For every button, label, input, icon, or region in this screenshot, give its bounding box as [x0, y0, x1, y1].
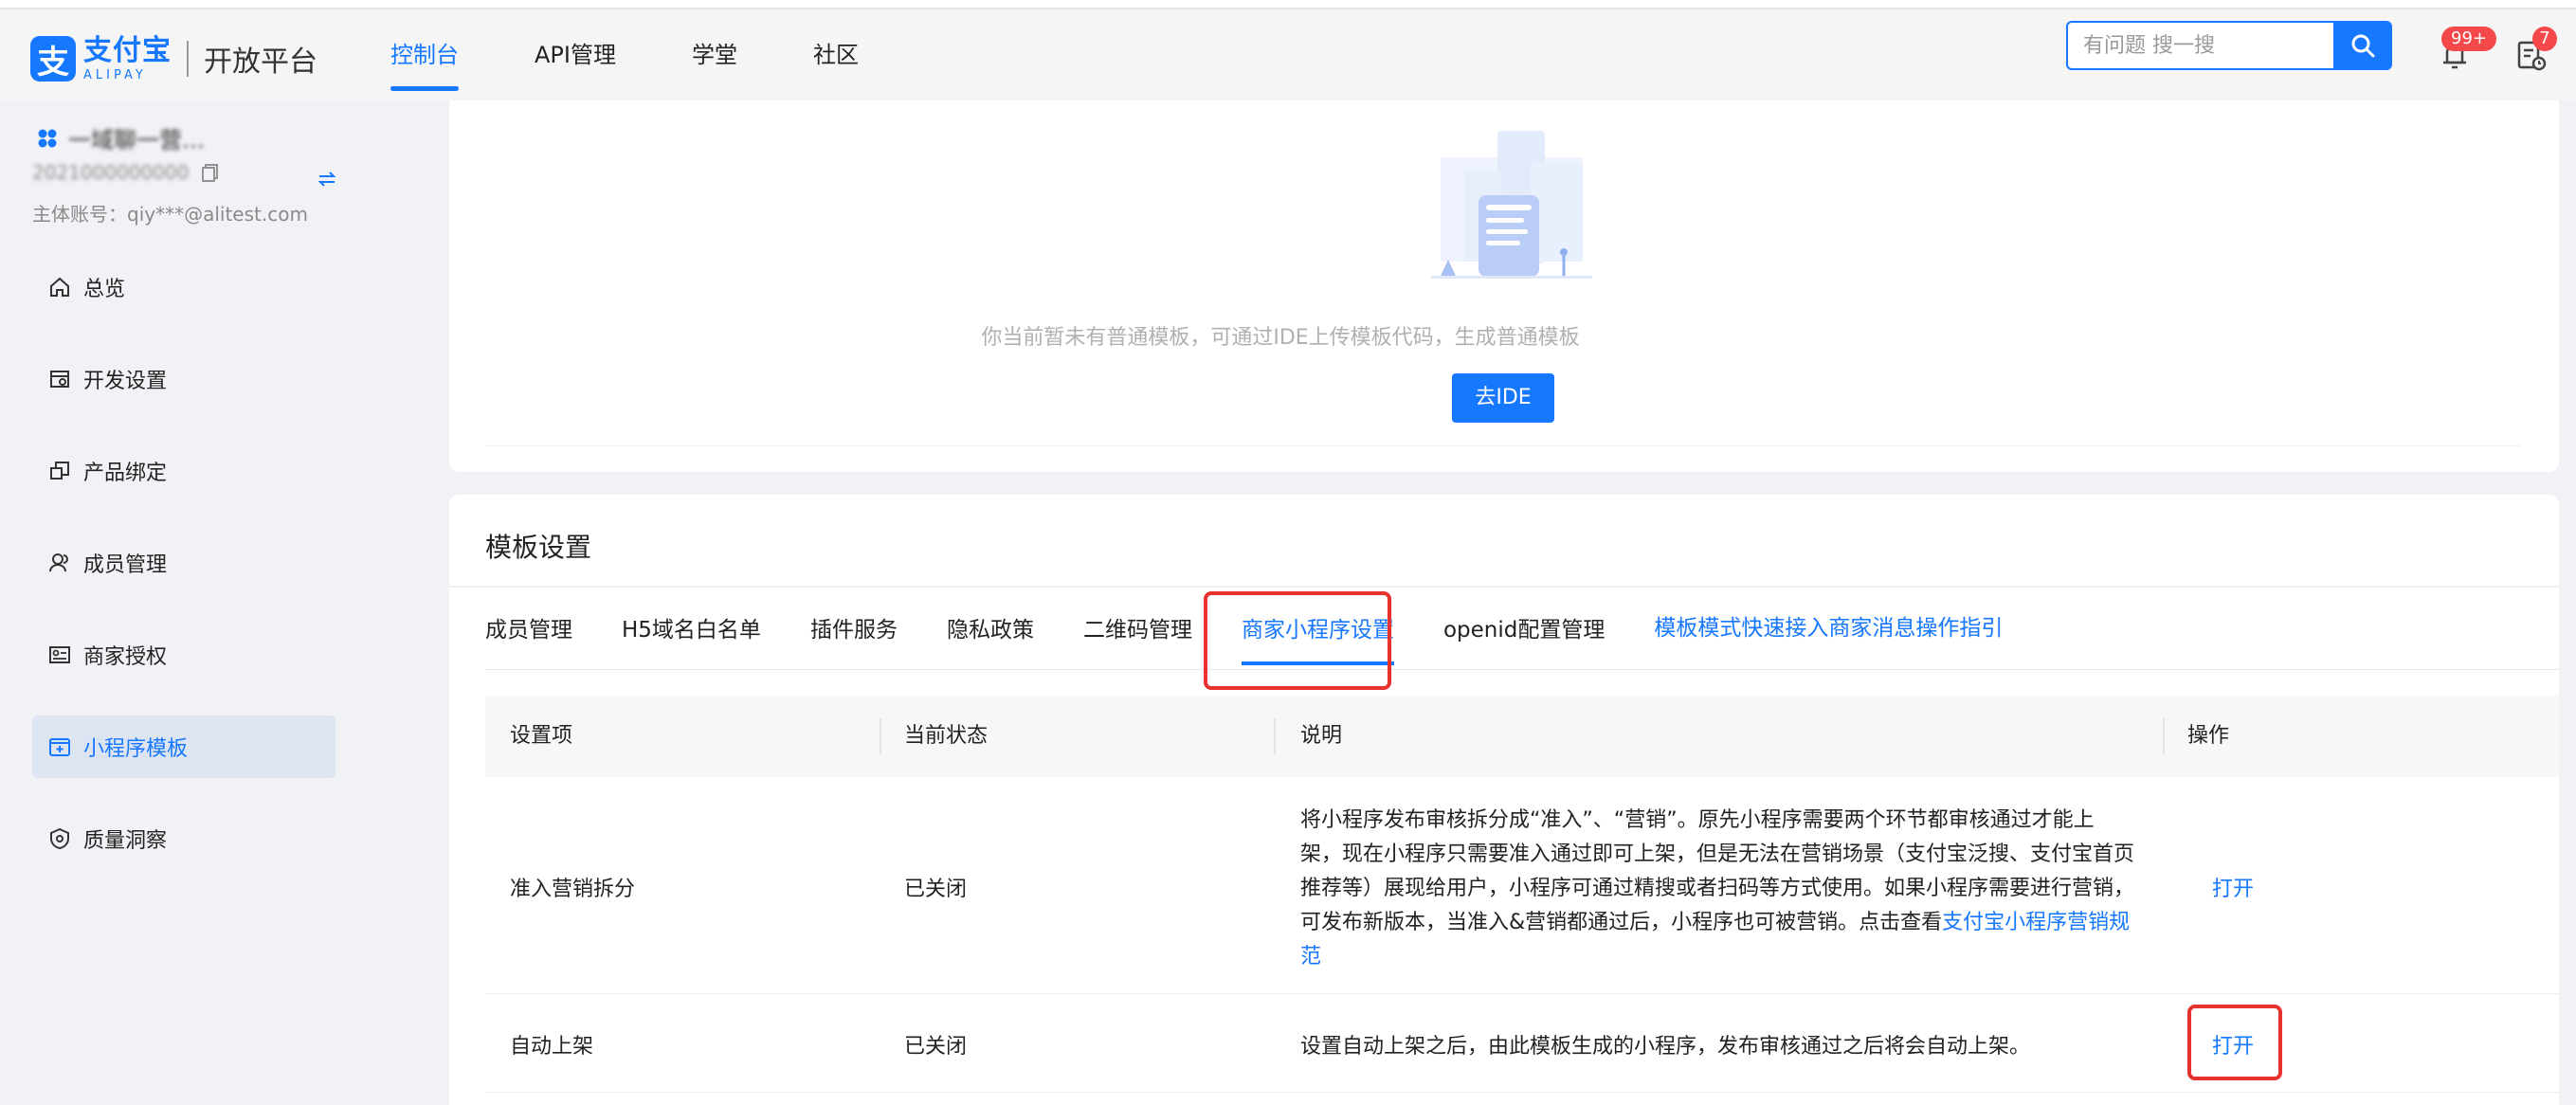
tabs-divider [485, 669, 2559, 670]
row-divider [485, 993, 2559, 994]
row-divider [485, 1092, 2559, 1093]
column-separator [880, 718, 881, 754]
sidebar-item-label: 商家授权 [83, 645, 168, 669]
row1-description: 将小程序发布审核拆分成“准入”、“营销”。原先小程序需要两个环节都审核通过才能上… [1300, 804, 2134, 974]
column-separator [1274, 718, 1276, 754]
search-box [2066, 21, 2392, 70]
highlight-box-open-button [2187, 1005, 2282, 1080]
row2-setting-item: 自动上架 [510, 1035, 594, 1059]
sidebar-item-label: 开发设置 [83, 370, 168, 393]
sidebar-item-label: 成员管理 [83, 553, 168, 577]
row1-setting-item: 准入营销拆分 [510, 878, 636, 901]
go-ide-button[interactable]: 去IDE [1452, 373, 1554, 423]
column-header-status: 当前状态 [904, 724, 989, 748]
row1-open-button[interactable]: 打开 [2212, 872, 2254, 902]
column-header-setting-item: 设置项 [510, 724, 573, 748]
guide-link[interactable]: 模板模式快速接入商家消息操作指引 [1654, 588, 2003, 673]
row2-description: 设置自动上架之后，由此模板生成的小程序，发布审核通过之后将会自动上架。 [1300, 1035, 2031, 1059]
platform-name: 开放平台 [204, 45, 317, 79]
members-icon [49, 553, 68, 572]
quality-icon [50, 827, 69, 850]
tab-plugin-service[interactable]: 插件服务 [810, 588, 898, 673]
sidebar-item-label: 质量洞察 [83, 829, 168, 853]
table-header: 设置项 当前状态 说明 操作 [485, 696, 2559, 777]
nav-api-management[interactable]: API管理 [535, 9, 616, 100]
main-account: 主体账号：qiy***@alitest.com [32, 203, 308, 226]
account-name-row[interactable]: 一域聊一营… [36, 121, 205, 154]
empty-template-text-content: 你当前暂未有普通模板，可通过IDE上传模板代码，生成普通模板 [981, 326, 1580, 350]
column-header-action: 操作 [2187, 724, 2230, 748]
window-top-edge [0, 0, 2576, 9]
app-grid-icon [38, 129, 57, 147]
tab-privacy-policy[interactable]: 隐私政策 [947, 588, 1034, 673]
column-header-description: 说明 [1300, 724, 1343, 748]
sidebar-item-members[interactable]: 成员管理 [32, 532, 336, 594]
account-name: 一域聊一营… [68, 127, 205, 154]
dev-settings-icon [50, 371, 69, 388]
todo-badge: 7 [2532, 27, 2557, 51]
nav-community[interactable]: 社区 [813, 9, 859, 100]
empty-template-text: 你当前暂未有普通模板，可通过IDE上传模板代码，生成普通模板 [449, 320, 2559, 351]
search-button[interactable] [2333, 21, 2392, 70]
account-id: 2021000000000 [32, 161, 190, 184]
sidebar-item-label: 总览 [83, 278, 126, 301]
merchant-auth-icon [49, 646, 70, 663]
home-icon [50, 277, 69, 297]
account-id-row: 2021000000000 [32, 161, 345, 184]
tab-members[interactable]: 成员管理 [485, 588, 572, 673]
sidebar-item-label: 小程序模板 [83, 737, 189, 761]
sidebar-item-dev-settings[interactable]: 开发设置 [32, 348, 336, 410]
sidebar-menu: 总览 开发设置 产品绑定 成员管理 商家授权 小程序模板 质量洞察 [32, 256, 336, 899]
alipay-logo-icon: 支 [30, 36, 76, 82]
top-nav: 控制台 API管理 学堂 社区 [390, 9, 934, 100]
row1-status: 已关闭 [904, 878, 968, 901]
sidebar-item-merchant-auth[interactable]: 商家授权 [32, 624, 336, 686]
card-divider [485, 445, 2521, 446]
logo-text: 支付宝 ALIPAY [83, 33, 172, 82]
template-icon [49, 738, 70, 756]
row2-status: 已关闭 [904, 1035, 968, 1059]
highlight-box-tab [1204, 591, 1391, 690]
logo-divider [187, 41, 189, 77]
switch-account-icon[interactable] [317, 169, 337, 190]
search-icon [2351, 34, 2375, 58]
nav-console[interactable]: 控制台 [390, 9, 459, 100]
search-input[interactable] [2066, 21, 2333, 70]
tab-qrcode-management[interactable]: 二维码管理 [1083, 588, 1192, 673]
sidebar-item-miniapp-template[interactable]: 小程序模板 [32, 716, 336, 778]
sidebar-item-label: 产品绑定 [83, 462, 168, 485]
tab-h5-domain-whitelist[interactable]: H5域名白名单 [622, 588, 761, 673]
logo-cn: 支付宝 [83, 33, 172, 67]
empty-template-illustration [1431, 131, 1592, 279]
sidebar-item-quality[interactable]: 质量洞察 [32, 807, 336, 870]
tab-openid-config[interactable]: openid配置管理 [1443, 588, 1605, 673]
alipay-logo[interactable]: 支 支付宝 ALIPAY 开放平台 [30, 36, 317, 82]
notification-badge: 99+ [2441, 27, 2496, 51]
logo-en: ALIPAY [83, 67, 147, 82]
sidebar-item-overview[interactable]: 总览 [32, 256, 336, 318]
section-title: 模板设置 [485, 532, 592, 563]
copy-icon[interactable] [200, 162, 221, 183]
column-separator [2163, 718, 2165, 754]
product-bind-icon [50, 462, 69, 480]
nav-academy[interactable]: 学堂 [692, 9, 737, 100]
sidebar: 一域聊一营… 2021000000000 主体账号：qiy***@alitest… [0, 100, 428, 1105]
sidebar-item-product-binding[interactable]: 产品绑定 [32, 440, 336, 502]
